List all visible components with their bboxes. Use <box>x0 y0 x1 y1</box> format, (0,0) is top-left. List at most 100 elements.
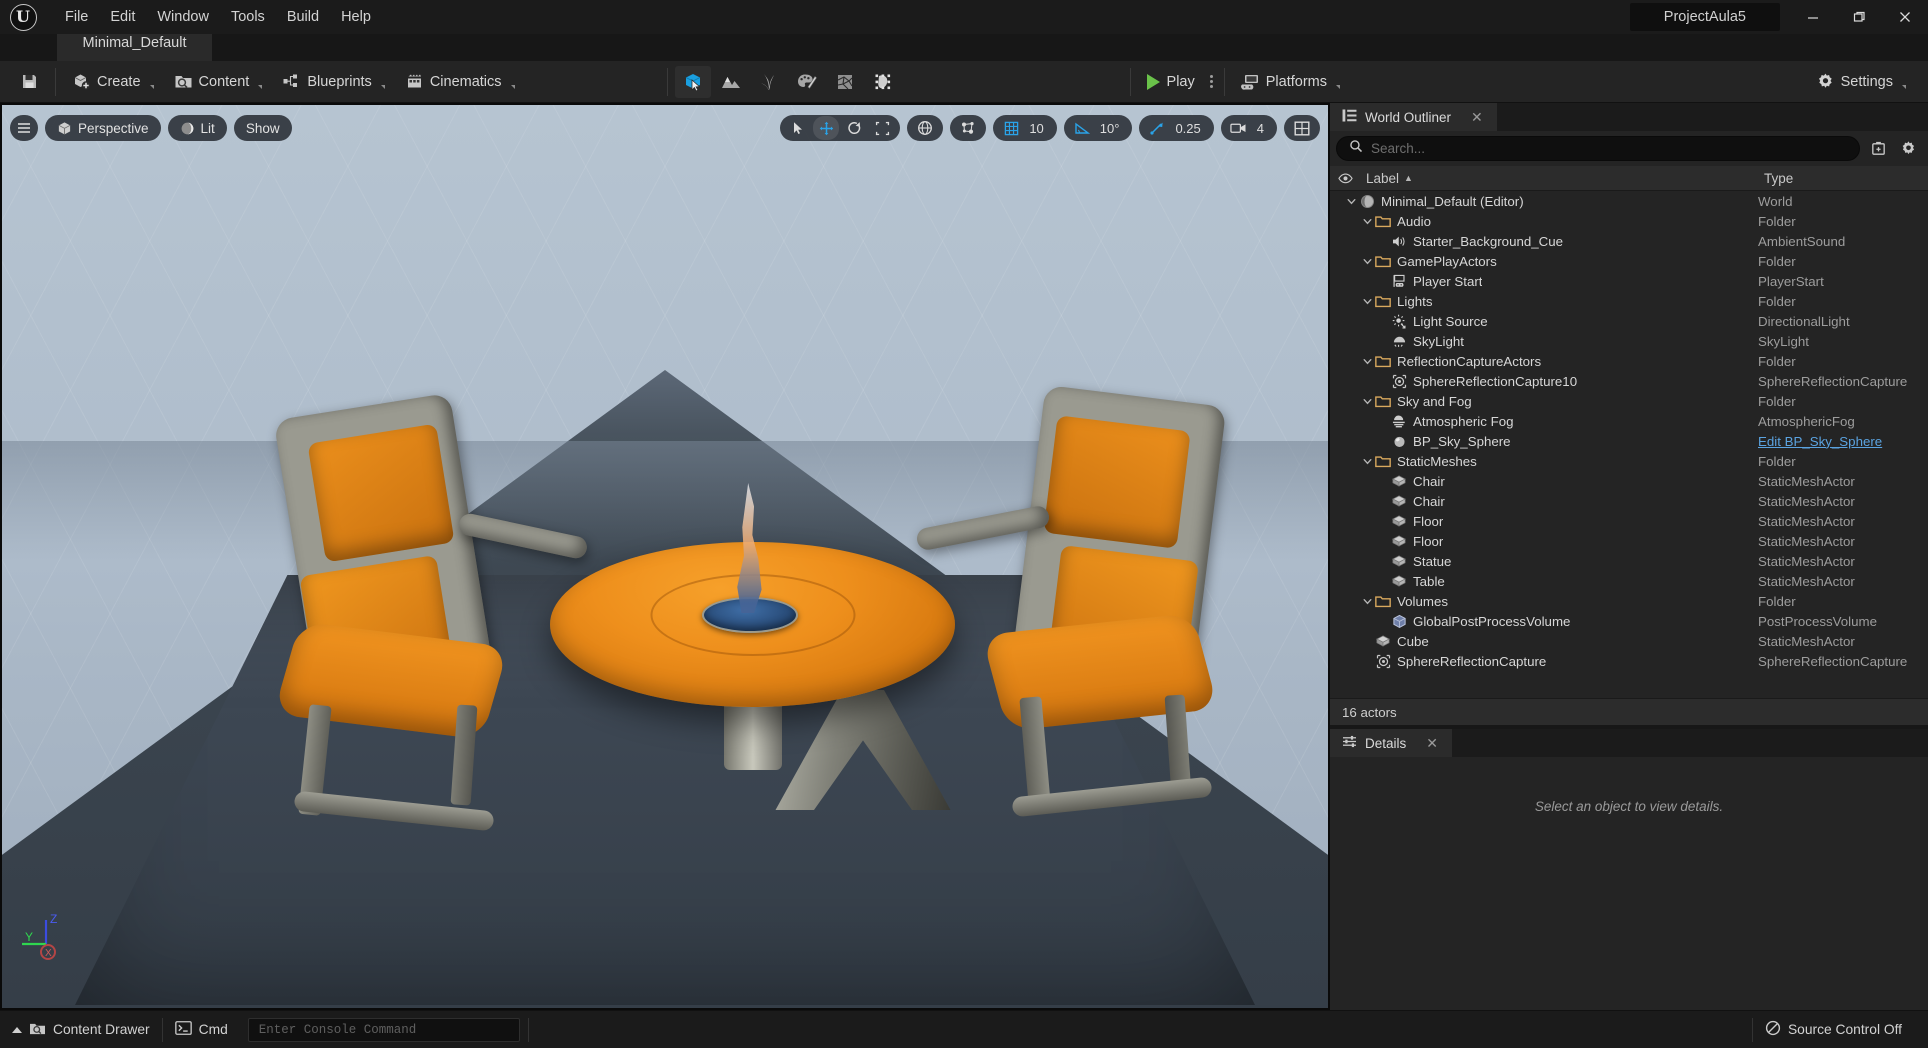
viewport-show-button[interactable]: Show <box>233 115 292 141</box>
outliner-tree[interactable]: Minimal_Default (Editor) World Audio Folder… <box>1330 191 1928 698</box>
outliner-row-floor[interactable]: Floor StaticMeshActor <box>1330 531 1928 551</box>
surface-snapping-button[interactable] <box>955 116 981 140</box>
expand-collapse-icon[interactable] <box>1360 454 1374 468</box>
blueprints-button[interactable]: Blueprints <box>274 67 392 96</box>
expand-collapse-icon[interactable] <box>1360 294 1374 308</box>
viewport-perspective-button[interactable]: Perspective <box>45 115 161 141</box>
camera-speed-value[interactable]: 4 <box>1254 121 1272 136</box>
select-mode-button[interactable] <box>674 65 711 98</box>
outliner-row-globalpostprocessvolume[interactable]: GlobalPostProcessVolume PostProcessVolume <box>1330 611 1928 631</box>
scale-snap-icon[interactable] <box>1144 116 1170 140</box>
viewport-menu-button[interactable] <box>10 115 38 141</box>
outliner-search-box[interactable] <box>1336 136 1860 161</box>
outliner-row-starter-background-cue[interactable]: Starter_Background_Cue AmbientSound <box>1330 231 1928 251</box>
outliner-row-statue[interactable]: Statue StaticMeshActor <box>1330 551 1928 571</box>
outliner-row-reflectioncaptureactors[interactable]: ReflectionCaptureActors Folder <box>1330 351 1928 371</box>
outliner-settings-button[interactable] <box>1896 137 1920 161</box>
angle-snap-icon[interactable] <box>1069 116 1095 140</box>
scale-snap-value[interactable]: 0.25 <box>1172 121 1208 136</box>
outliner-row-table[interactable]: Table StaticMeshActor <box>1330 571 1928 591</box>
menu-window[interactable]: Window <box>146 6 220 28</box>
grid-snap-icon[interactable] <box>998 116 1024 140</box>
outliner-row-sky-and-fog[interactable]: Sky and Fog Folder <box>1330 391 1928 411</box>
tab-details[interactable]: Details ✕ <box>1330 729 1452 757</box>
foliage-mode-button[interactable] <box>751 66 787 98</box>
outliner-row-audio[interactable]: Audio Folder <box>1330 211 1928 231</box>
details-close-icon[interactable]: ✕ <box>1426 735 1438 752</box>
unreal-engine-logo-icon[interactable]: U <box>0 0 46 34</box>
level-viewport[interactable]: Perspective Lit Show 10 10° 0.25 4 Z Y X <box>2 105 1328 1008</box>
edit-blueprint-link[interactable]: Edit BP_Sky_Sphere <box>1758 434 1882 449</box>
mesh-paint-mode-button[interactable] <box>789 66 825 98</box>
camera-speed-group[interactable]: 4 <box>1220 115 1277 141</box>
expand-collapse-icon[interactable] <box>1344 194 1358 208</box>
grid-snap-group[interactable]: 10 <box>993 115 1057 141</box>
expand-collapse-icon[interactable] <box>1360 254 1374 268</box>
outliner-row-chair[interactable]: Chair StaticMeshActor <box>1330 491 1928 511</box>
outliner-row-cube[interactable]: Cube StaticMeshActor <box>1330 631 1928 651</box>
angle-snap-value[interactable]: 10° <box>1097 121 1128 136</box>
outliner-row-gameplayactors[interactable]: GamePlayActors Folder <box>1330 251 1928 271</box>
content-button[interactable]: Content <box>166 67 271 96</box>
outliner-row-skylight[interactable]: SkyLight SkyLight <box>1330 331 1928 351</box>
world-coordinates-button[interactable] <box>912 116 938 140</box>
console-command-input[interactable] <box>247 1017 520 1042</box>
outliner-row-light-source[interactable]: Light Source DirectionalLight <box>1330 311 1928 331</box>
expand-collapse-icon[interactable] <box>1360 394 1374 408</box>
expand-collapse-icon[interactable] <box>1360 214 1374 228</box>
fracture-mode-button[interactable] <box>827 66 863 98</box>
move-tool-button[interactable] <box>813 116 840 140</box>
brush-edit-mode-button[interactable] <box>865 66 901 98</box>
play-options-button[interactable] <box>1205 75 1218 88</box>
menu-edit[interactable]: Edit <box>99 6 146 28</box>
tab-world-outliner[interactable]: World Outliner ✕ <box>1330 103 1497 131</box>
minimize-button[interactable] <box>1790 0 1836 34</box>
scale-snap-group[interactable]: 0.25 <box>1139 115 1214 141</box>
outliner-row-type: Folder <box>1758 453 1796 469</box>
outliner-row-atmospheric-fog[interactable]: Atmospheric Fog AtmosphericFog <box>1330 411 1928 431</box>
platforms-button[interactable]: Platforms <box>1233 67 1348 96</box>
world-outliner-close-icon[interactable]: ✕ <box>1471 109 1483 126</box>
select-tool-button[interactable] <box>785 116 811 140</box>
outliner-row-spherereflectioncapture[interactable]: SphereReflectionCapture SphereReflectionC… <box>1330 651 1928 671</box>
menu-file[interactable]: File <box>54 6 99 28</box>
landscape-mode-button[interactable] <box>713 66 749 98</box>
camera-speed-icon[interactable] <box>1226 116 1252 140</box>
angle-snap-group[interactable]: 10° <box>1063 115 1133 141</box>
cmd-button[interactable]: Cmd <box>163 1011 240 1048</box>
outliner-row-floor[interactable]: Floor StaticMeshActor <box>1330 511 1928 531</box>
source-control-button[interactable]: Source Control Off <box>1753 1011 1914 1048</box>
menu-help[interactable]: Help <box>330 6 382 28</box>
menu-build[interactable]: Build <box>276 6 330 28</box>
viewport-viewmode-button[interactable]: Lit <box>167 115 227 141</box>
maximize-restore-button[interactable] <box>1836 0 1882 34</box>
menu-tools[interactable]: Tools <box>220 6 276 28</box>
outliner-row-spherereflectioncapture10[interactable]: SphereReflectionCapture10 SphereReflectio… <box>1330 371 1928 391</box>
cinematics-button[interactable]: Cinematics <box>397 67 523 96</box>
outliner-row-volumes[interactable]: Volumes Folder <box>1330 591 1928 611</box>
outliner-row-chair[interactable]: Chair StaticMeshActor <box>1330 471 1928 491</box>
scale-tool-button[interactable] <box>869 116 895 140</box>
type-column-header[interactable]: Type <box>1758 171 1928 186</box>
outliner-row-player-start[interactable]: Player Start PlayerStart <box>1330 271 1928 291</box>
create-button[interactable]: Create <box>64 67 162 96</box>
outliner-row-staticmeshes[interactable]: StaticMeshes Folder <box>1330 451 1928 471</box>
expand-collapse-icon[interactable] <box>1360 354 1374 368</box>
outliner-row-type[interactable]: Edit BP_Sky_Sphere <box>1758 434 1928 449</box>
save-level-button[interactable] <box>12 67 47 96</box>
outliner-row-bp-sky-sphere[interactable]: BP_Sky_Sphere Edit BP_Sky_Sphere <box>1330 431 1928 451</box>
outliner-row-minimal-default-editor[interactable]: Minimal_Default (Editor) World <box>1330 191 1928 211</box>
expand-collapse-icon[interactable] <box>1360 594 1374 608</box>
viewport-layouts-button[interactable] <box>1289 116 1315 140</box>
rotate-tool-button[interactable] <box>841 116 867 140</box>
play-button[interactable]: Play <box>1137 69 1205 95</box>
settings-button[interactable]: Settings <box>1808 67 1914 96</box>
outliner-row-lights[interactable]: Lights Folder <box>1330 291 1928 311</box>
outliner-add-item-button[interactable] <box>1866 137 1890 161</box>
label-column-header[interactable]: Label ▲ <box>1360 171 1758 186</box>
outliner-search-input[interactable] <box>1371 141 1847 156</box>
close-button[interactable] <box>1882 0 1928 34</box>
content-drawer-button[interactable]: Content Drawer <box>0 1011 162 1048</box>
grid-snap-value[interactable]: 10 <box>1026 121 1051 136</box>
visibility-column-header[interactable] <box>1330 173 1360 184</box>
